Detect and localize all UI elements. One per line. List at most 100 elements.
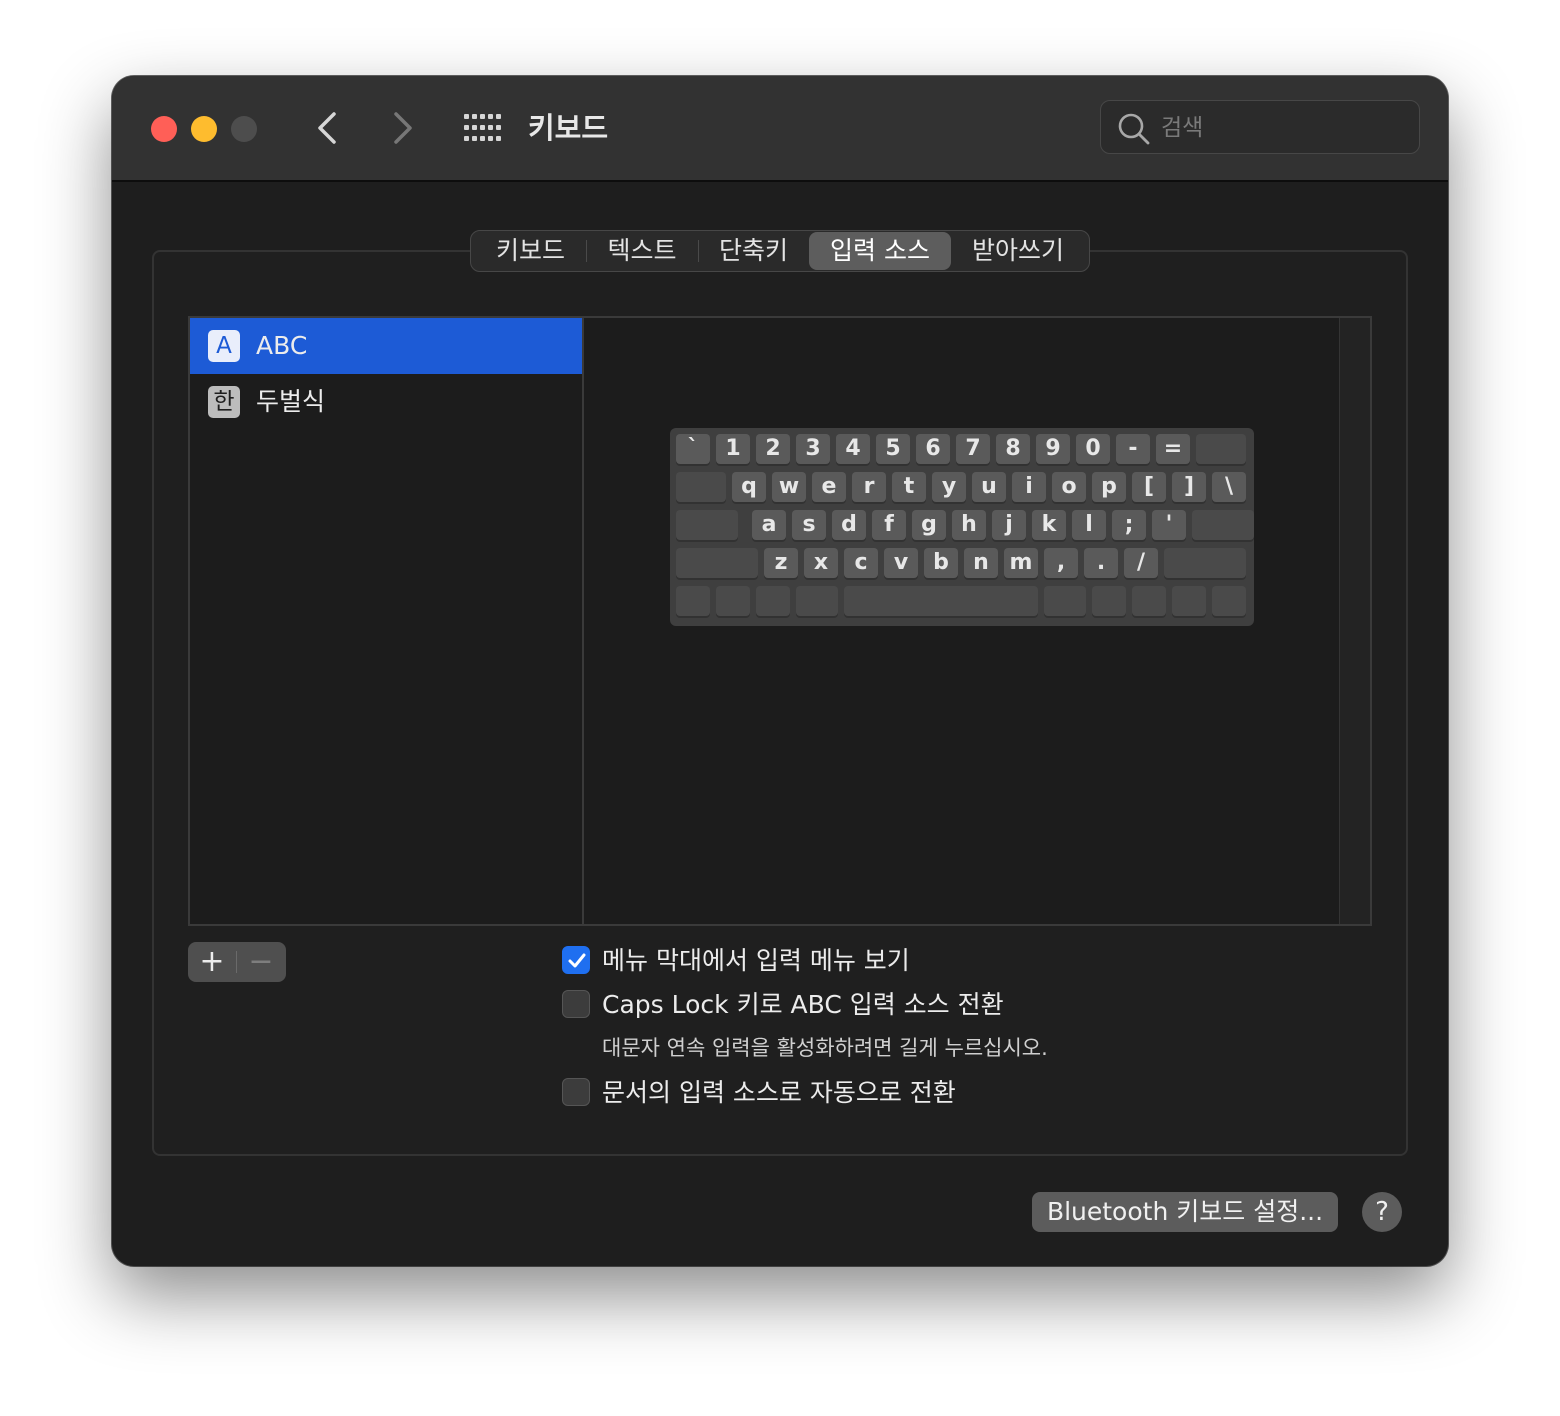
grid-icon xyxy=(464,114,501,141)
title-bar: 키보드 xyxy=(112,76,1448,182)
layout-modifier-key xyxy=(796,586,838,616)
tab-input-sources[interactable]: 입력 소스 xyxy=(809,232,951,270)
minimize-button[interactable] xyxy=(191,116,217,142)
layout-key: a xyxy=(752,510,786,540)
layout-key: 6 xyxy=(916,434,950,464)
window-title: 키보드 xyxy=(528,111,609,145)
layout-modifier-key xyxy=(756,586,790,616)
layout-modifier-key xyxy=(1196,434,1246,464)
list-item-label: 두벌식 xyxy=(256,387,326,416)
layout-key: 1 xyxy=(716,434,750,464)
layout-modifier-key xyxy=(1192,510,1254,540)
layout-key: g xyxy=(912,510,946,540)
layout-modifier-key xyxy=(1164,548,1246,578)
layout-key: u xyxy=(972,472,1006,502)
layout-key: / xyxy=(1124,548,1158,578)
layout-key: z xyxy=(764,548,798,578)
layout-key: j xyxy=(992,510,1026,540)
tab-dictation[interactable]: 받아쓰기 xyxy=(951,232,1085,270)
layout-key: w xyxy=(772,472,806,502)
layout-key: c xyxy=(844,548,878,578)
layout-key: h xyxy=(952,510,986,540)
layout-modifier-key xyxy=(716,586,750,616)
tab-shortcuts[interactable]: 단축키 xyxy=(698,232,809,270)
keyboard-layout-preview: ` 1 2 3 4 5 6 7 8 9 0- = q w e r t y u i o p[] \ a s d f g h j k l; ' z x c… xyxy=(582,316,1372,926)
keyboard-preferences-window: 키보드 키보드 텍스트 단축키 입력 소스 받아쓰기 A ABC 한 두벌식 `… xyxy=(112,76,1448,1266)
auto-switch-checkbox[interactable] xyxy=(562,1078,590,1106)
show-input-menu-checkbox[interactable] xyxy=(562,946,590,974)
layout-key: x xyxy=(804,548,838,578)
layout-key: ' xyxy=(1152,510,1186,540)
layout-key: 0 xyxy=(1076,434,1110,464)
layout-key: q xyxy=(732,472,766,502)
layout-modifier-key xyxy=(1092,586,1126,616)
option-label: 메뉴 막대에서 입력 메뉴 보기 xyxy=(602,946,910,975)
layout-modifier-key xyxy=(1172,586,1206,616)
layout-key: = xyxy=(1156,434,1190,464)
tab-text[interactable]: 텍스트 xyxy=(587,232,698,270)
layout-key: \ xyxy=(1212,472,1246,502)
caps-lock-switch-checkbox[interactable] xyxy=(562,990,590,1018)
layout-key: l xyxy=(1072,510,1106,540)
remove-source-button[interactable]: − xyxy=(237,942,285,982)
option-label: Caps Lock 키로 ABC 입력 소스 전환 xyxy=(602,990,1004,1019)
list-item-abc[interactable]: A ABC xyxy=(190,318,582,374)
keyboard-layout-image: ` 1 2 3 4 5 6 7 8 9 0- = q w e r t y u i o p[] \ a s d f g h j k l; ' z x c… xyxy=(670,428,1254,626)
add-source-button[interactable]: + xyxy=(188,942,236,982)
layout-key: 8 xyxy=(996,434,1030,464)
help-button[interactable]: ? xyxy=(1362,1192,1402,1232)
preview-scrollbar[interactable] xyxy=(1339,318,1370,924)
layout-key: r xyxy=(852,472,886,502)
layout-modifier-key xyxy=(844,586,1038,616)
tab-bar: 키보드 텍스트 단축키 입력 소스 받아쓰기 xyxy=(470,230,1090,272)
bluetooth-keyboard-setup-button[interactable]: Bluetooth 키보드 설정... xyxy=(1032,1192,1338,1232)
option-label: 문서의 입력 소스로 자동으로 전환 xyxy=(602,1078,956,1107)
layout-modifier-key xyxy=(676,510,738,540)
layout-key: v xyxy=(884,548,918,578)
layout-modifier-key xyxy=(1132,586,1166,616)
layout-key: ; xyxy=(1112,510,1146,540)
abc-input-icon: A xyxy=(208,330,240,362)
layout-key: n xyxy=(964,548,998,578)
layout-key: 3 xyxy=(796,434,830,464)
zoom-button[interactable] xyxy=(231,116,257,142)
tab-keyboard[interactable]: 키보드 xyxy=(475,232,586,270)
layout-modifier-key xyxy=(676,472,726,502)
layout-modifier-key xyxy=(676,586,710,616)
input-source-list[interactable]: A ABC 한 두벌식 xyxy=(188,316,584,926)
layout-modifier-key xyxy=(1212,586,1246,616)
layout-modifier-key xyxy=(676,548,758,578)
layout-key: d xyxy=(832,510,866,540)
forward-button[interactable] xyxy=(382,106,422,150)
search-icon xyxy=(1118,113,1150,145)
back-button[interactable] xyxy=(308,106,348,150)
layout-key: 4 xyxy=(836,434,870,464)
hangul-input-icon: 한 xyxy=(208,386,240,418)
layout-key: . xyxy=(1084,548,1118,578)
layout-key: o xyxy=(1052,472,1086,502)
layout-key: 5 xyxy=(876,434,910,464)
layout-key: m xyxy=(1004,548,1038,578)
chevron-right-icon xyxy=(394,112,412,144)
chevron-left-icon xyxy=(318,112,336,144)
layout-key: b xyxy=(924,548,958,578)
layout-key: 2 xyxy=(756,434,790,464)
layout-key: t xyxy=(892,472,926,502)
add-remove-control: + − xyxy=(188,942,286,982)
layout-key: p xyxy=(1092,472,1126,502)
layout-key: 9 xyxy=(1036,434,1070,464)
layout-key: k xyxy=(1032,510,1066,540)
show-all-button[interactable] xyxy=(464,114,502,142)
search-field[interactable] xyxy=(1100,100,1420,154)
checkmark-icon xyxy=(568,953,586,968)
search-input[interactable] xyxy=(1159,109,1403,147)
caps-lock-hint: 대문자 연속 입력을 활성화하려면 길게 누르십시오. xyxy=(602,1036,1048,1060)
layout-key: y xyxy=(932,472,966,502)
close-button[interactable] xyxy=(151,116,177,142)
layout-key: f xyxy=(872,510,906,540)
layout-key: e xyxy=(812,472,846,502)
layout-key: i xyxy=(1012,472,1046,502)
layout-key: s xyxy=(792,510,826,540)
list-item-2set-korean[interactable]: 한 두벌식 xyxy=(190,374,582,430)
list-item-label: ABC xyxy=(256,331,308,360)
